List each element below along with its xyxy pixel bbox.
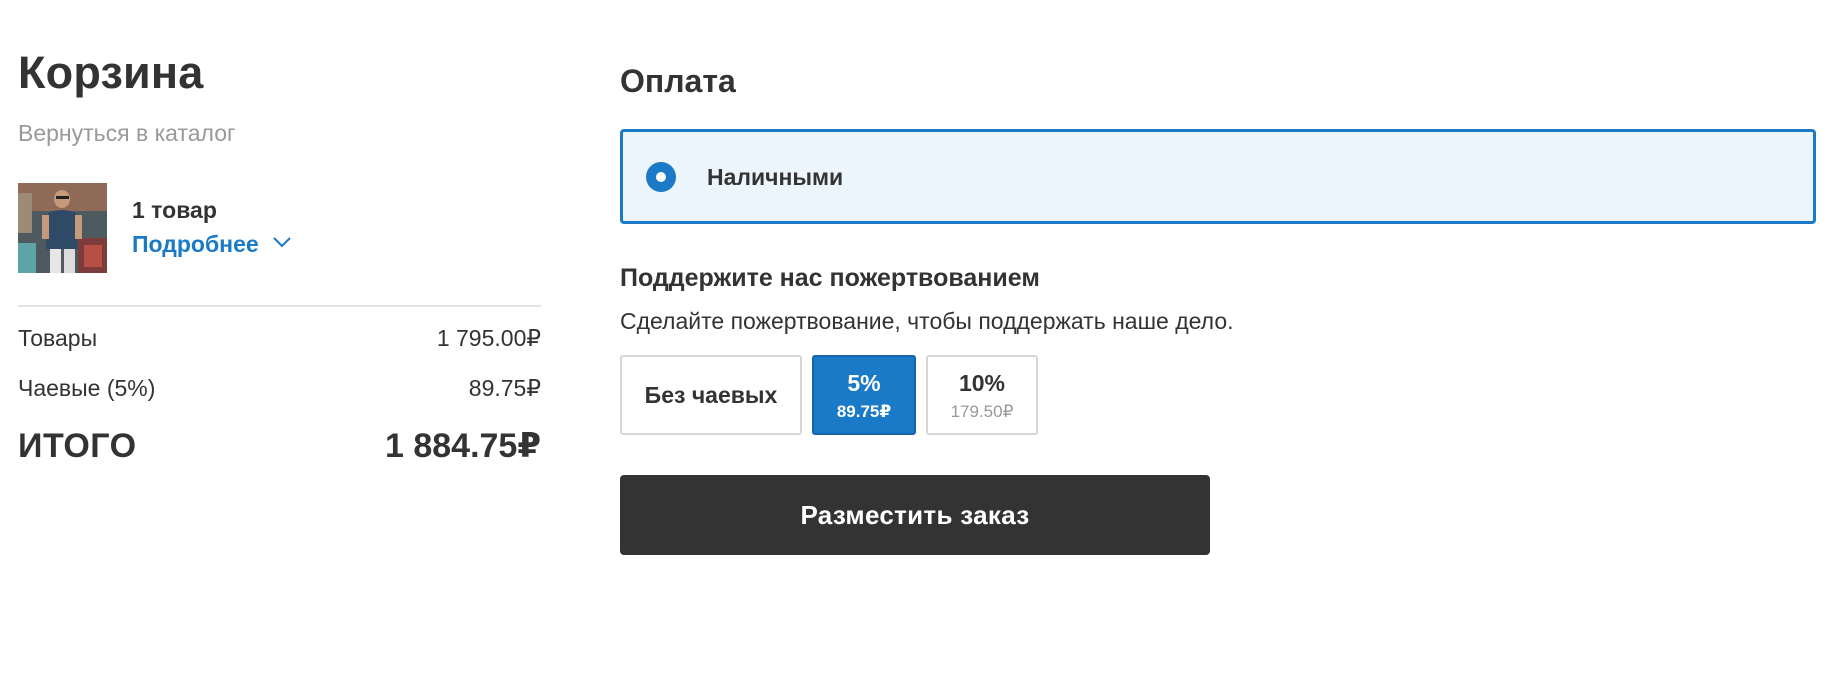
chevron-down-icon [272,235,291,253]
radio-selected-icon[interactable] [646,162,676,192]
goods-value: 1 795.00₽ [436,325,541,351]
tip-percent: 5% [847,370,881,396]
details-label: Подробнее [132,231,259,257]
cart-item: 1 товар Подробнее [18,183,541,273]
summary-goods-row: Товары 1 795.00₽ [18,322,541,354]
place-order-button[interactable]: Разместить заказ [620,475,1210,555]
radio-dot [656,172,666,182]
donation-description: Сделайте пожертвование, чтобы поддержать… [620,308,1234,334]
donation-title: Поддержите нас пожертвованием [620,264,1040,292]
tip-10-percent-button[interactable]: 10% 179.50₽ [926,355,1038,435]
cart-title: Корзина [18,47,204,98]
total-label: ИТОГО [18,427,137,465]
tip-5-percent-button[interactable]: 5% 89.75₽ [812,355,916,435]
payment-title: Оплата [620,63,736,99]
details-toggle[interactable]: Подробнее [132,229,291,259]
tip-none-label: Без чаевых [644,382,778,408]
product-thumbnail[interactable] [18,183,107,273]
payment-option-cash[interactable]: Наличными [620,129,1816,224]
goods-label: Товары [18,325,98,351]
item-count: 1 товар [132,197,217,223]
tip-amount: 179.50₽ [950,402,1014,421]
total-value: 1 884.75₽ [384,427,541,465]
tips-label: Чаевые (5%) [18,375,156,401]
summary-divider [18,305,541,307]
back-to-catalog-link[interactable]: Вернуться в каталог [18,118,235,148]
summary-tips-row: Чаевые (5%) 89.75₽ [18,372,541,404]
tip-none-button[interactable]: Без чаевых [620,355,802,435]
product-photo [18,183,107,273]
tip-amount: 89.75₽ [836,402,892,421]
summary-total-row: ИТОГО 1 884.75₽ [18,424,541,468]
tips-value: 89.75₽ [468,375,541,401]
tip-percent: 10% [958,370,1006,396]
payment-option-label: Наличными [707,164,844,190]
